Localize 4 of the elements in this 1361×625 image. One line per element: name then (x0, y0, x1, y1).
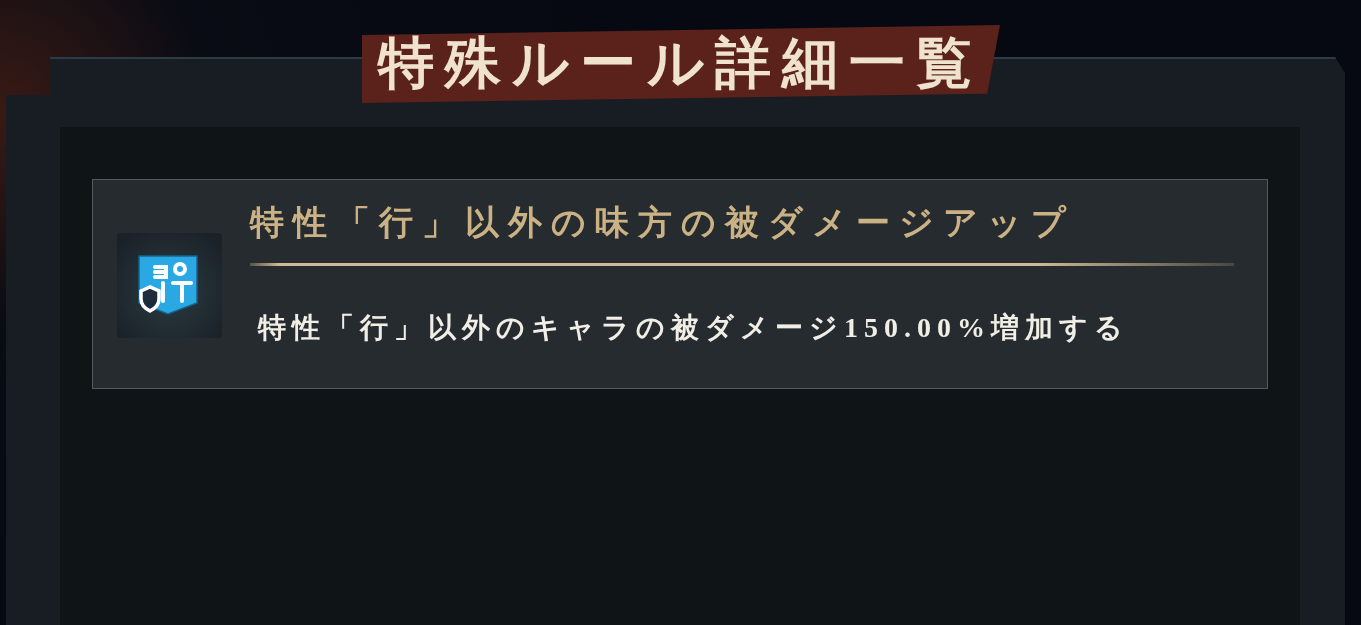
shield-badge-icon (117, 233, 222, 338)
rule-title: 特性「行」以外の味方の被ダメージアップ (250, 203, 1076, 243)
page-title: 特殊ルール詳細一覧 (362, 25, 1000, 103)
rule-description: 特性「行」以外のキャラの被ダメージ150.00%増加する (258, 311, 1130, 345)
